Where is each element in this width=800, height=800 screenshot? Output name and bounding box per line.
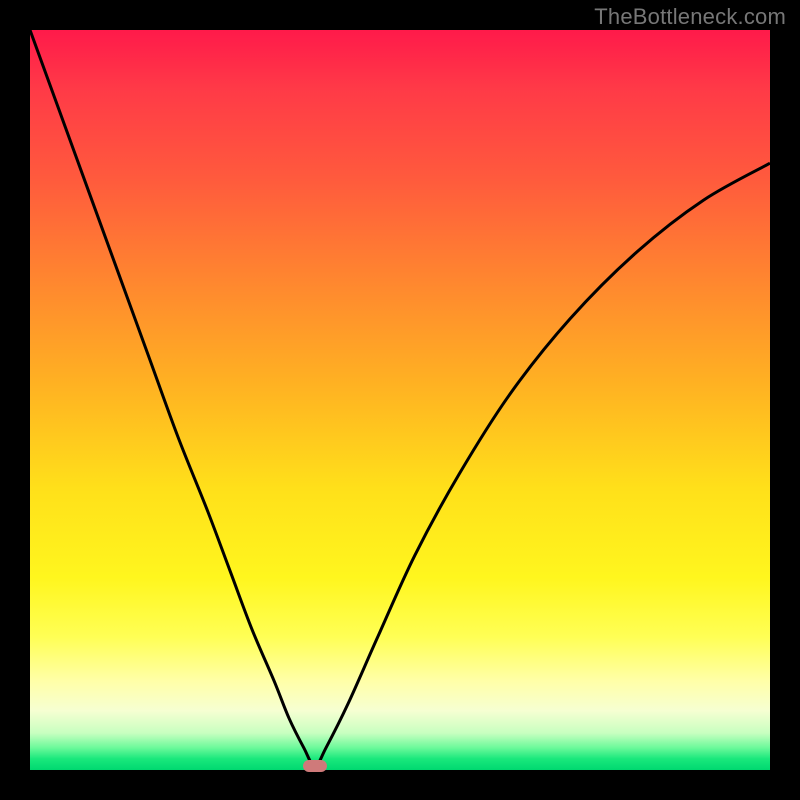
curve-svg	[30, 30, 770, 770]
bottleneck-curve-path	[30, 30, 770, 766]
plot-area	[30, 30, 770, 770]
minimum-marker	[303, 760, 327, 772]
chart-frame: TheBottleneck.com	[0, 0, 800, 800]
watermark-text: TheBottleneck.com	[594, 4, 786, 30]
